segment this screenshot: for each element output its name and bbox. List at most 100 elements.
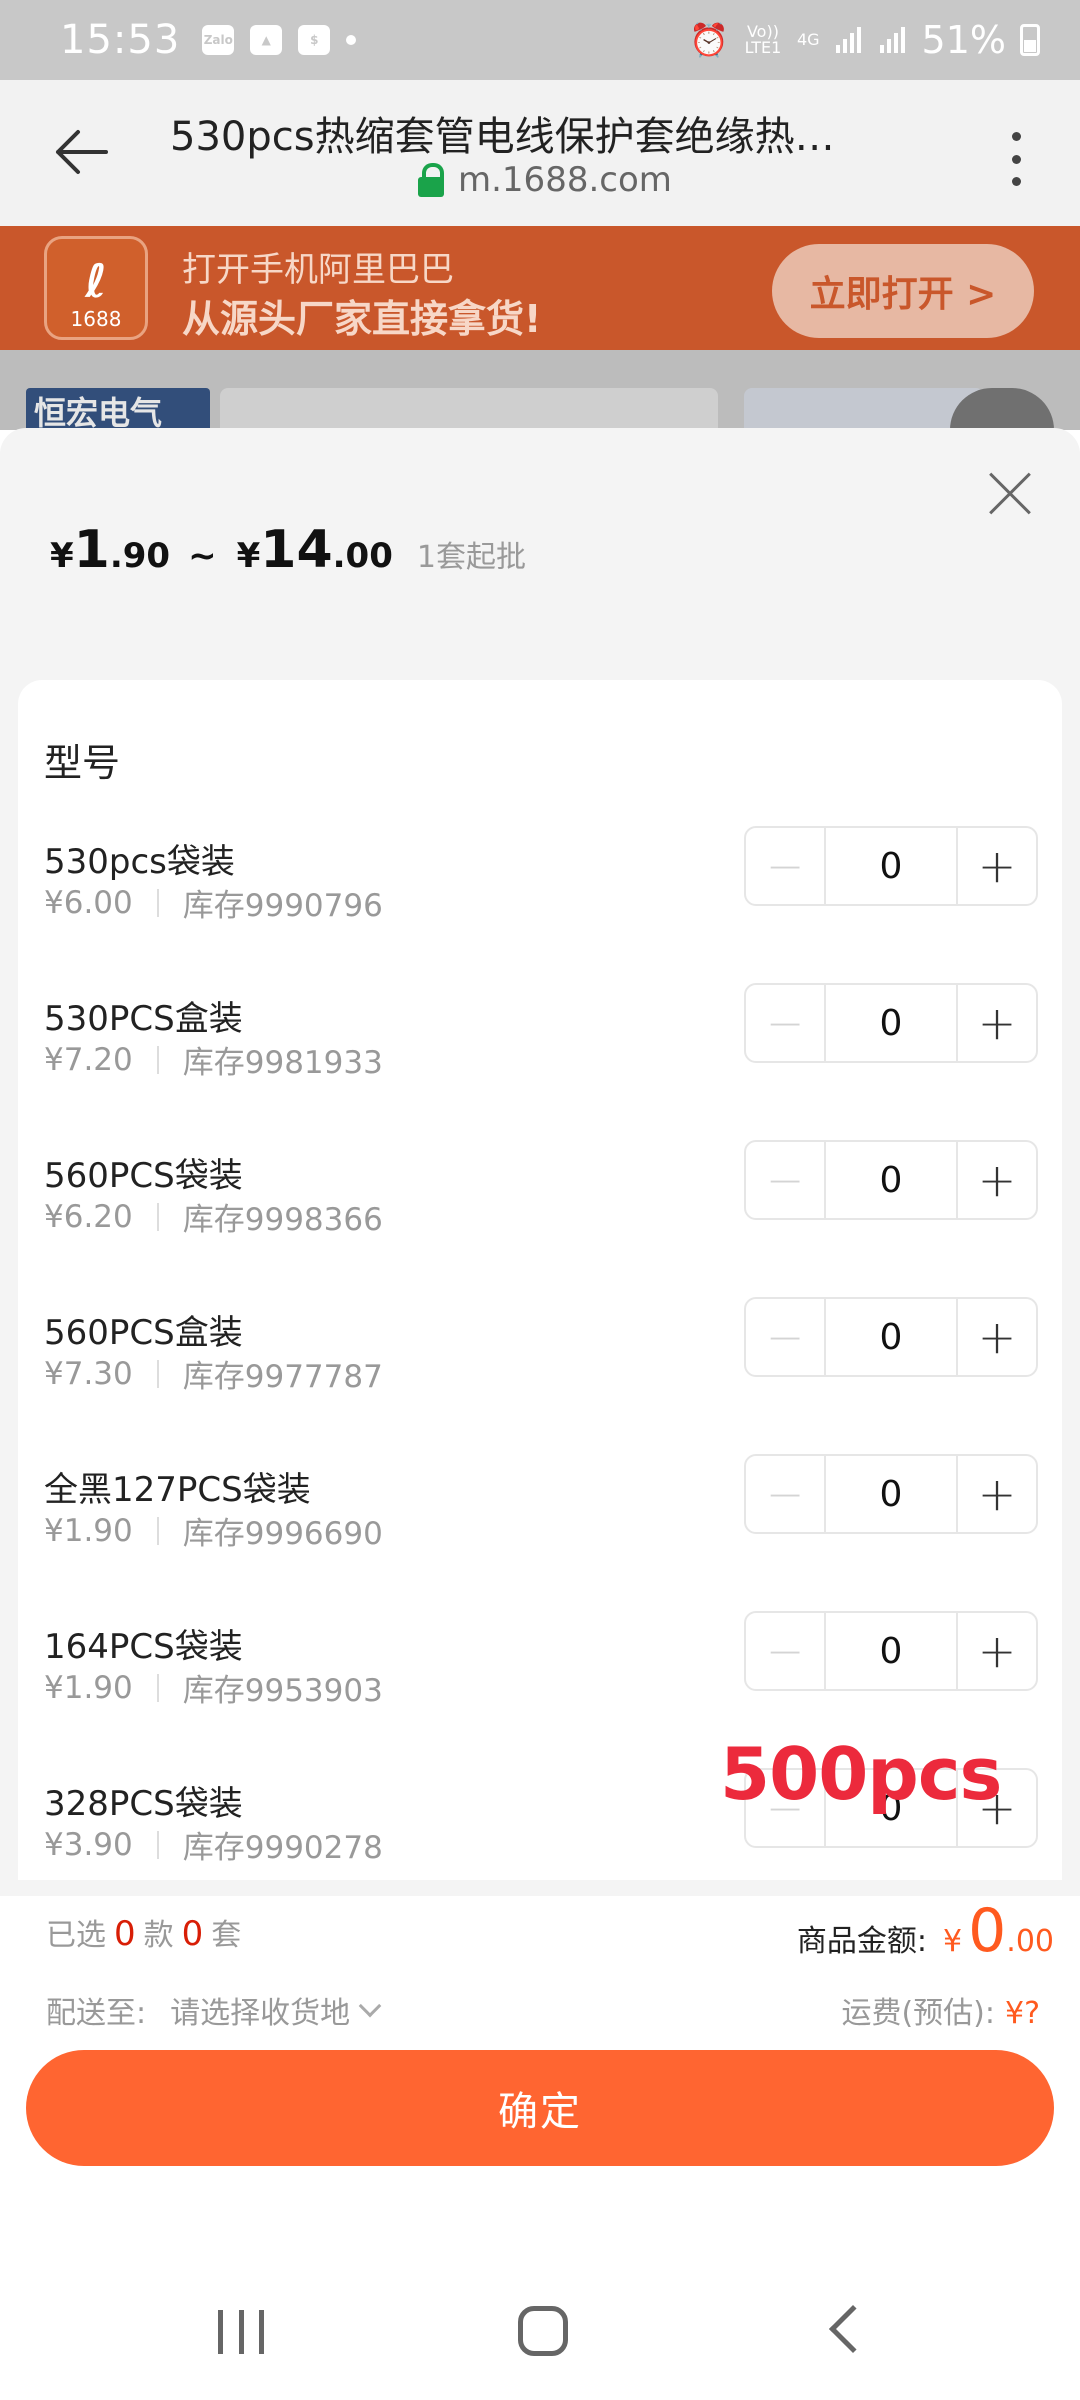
dot-icon bbox=[1011, 177, 1021, 186]
increment-button[interactable]: + bbox=[956, 985, 1036, 1061]
quantity-stepper: −0 + bbox=[744, 826, 1038, 906]
back-button[interactable] bbox=[50, 120, 114, 184]
quantity-stepper: −0 + bbox=[744, 1611, 1038, 1691]
ship-label: 配送至: bbox=[46, 1996, 147, 2031]
ship-to-selector[interactable]: 配送至: 请选择收货地 bbox=[46, 1988, 382, 2032]
freight-value: ¥? bbox=[1004, 1996, 1040, 2031]
browser-toolbar: 530pcs热缩套管电线保护套绝缘热… m.1688.com bbox=[0, 80, 1080, 226]
goods-amount: 商品金额: ¥ 0 .00 bbox=[797, 1896, 1054, 1966]
sku-row: 全黑127PCS袋装 ¥1.90 库存9996690 −0 + bbox=[18, 1454, 1062, 1619]
sku-name: 530pcs袋装 bbox=[44, 842, 235, 882]
increment-button[interactable]: + bbox=[956, 828, 1036, 904]
sku-name: 全黑127PCS袋装 bbox=[44, 1470, 311, 1510]
quantity-stepper: −0 + bbox=[744, 1297, 1038, 1377]
alarm-icon: ⏰ bbox=[689, 21, 729, 59]
decrement-button[interactable]: − bbox=[746, 1613, 826, 1689]
more-menu-button[interactable] bbox=[996, 124, 1036, 194]
selection-summary: 已选 0 款 0 套 bbox=[46, 1910, 241, 1954]
confirm-button[interactable]: 确定 bbox=[26, 2050, 1054, 2166]
decrement-button[interactable]: − bbox=[746, 1142, 826, 1218]
sku-price: ¥1.90 bbox=[44, 1669, 133, 1706]
decrement-button[interactable]: − bbox=[746, 828, 826, 904]
freight-label: 运费(预估): bbox=[841, 1996, 995, 2031]
price-separator: ~ bbox=[188, 536, 217, 576]
banner-headline: 打开手机阿里巴巴 bbox=[182, 250, 454, 290]
lock-icon bbox=[418, 163, 444, 197]
shield-dollar-icon: $ bbox=[298, 25, 331, 55]
quantity-stepper: −0 + bbox=[744, 983, 1038, 1063]
increment-button[interactable]: + bbox=[956, 1299, 1036, 1375]
increment-button[interactable]: + bbox=[956, 1613, 1036, 1689]
sku-row: 560PCS盒装 ¥7.30 库存9977787 −0 + bbox=[18, 1297, 1062, 1462]
sku-card: 型号 530pcs袋装 ¥6.00 库存9990796−0 +530PCS盒装 ¥7.2… bbox=[18, 680, 1062, 1880]
selected-kinds-count: 0 bbox=[114, 1914, 136, 1954]
quantity-stepper: −0 + bbox=[744, 1454, 1038, 1534]
recent-apps-button[interactable] bbox=[218, 2310, 264, 2354]
dot-icon bbox=[1011, 154, 1021, 164]
system-icons: ⏰ Vo)) LTE1 4G 51% bbox=[689, 18, 1040, 62]
app-logo: ℓ 1688 bbox=[44, 236, 148, 340]
dot-icon bbox=[1011, 132, 1021, 141]
back-nav-button[interactable] bbox=[828, 2304, 878, 2354]
quantity-input[interactable]: 0 bbox=[826, 1299, 956, 1375]
url-text: m.1688.com bbox=[458, 160, 672, 200]
background-search-bar bbox=[220, 388, 718, 430]
quantity-input[interactable]: 0 bbox=[826, 828, 956, 904]
zalo-icon: Zalo bbox=[202, 25, 235, 55]
sku-stock: 库存9998366 bbox=[182, 1202, 383, 1238]
close-icon[interactable] bbox=[988, 472, 1032, 516]
max-price-int: 14 bbox=[260, 520, 333, 580]
sku-name: 560PCS袋装 bbox=[44, 1156, 243, 1196]
page-title: 530pcs热缩套管电线保护套绝缘热… bbox=[170, 114, 835, 160]
sku-stock: 库存9953903 bbox=[182, 1673, 383, 1709]
sku-price: ¥1.90 bbox=[44, 1512, 133, 1549]
amount-currency: ¥ bbox=[943, 1924, 963, 1959]
banner-subline: 从源头厂家直接拿货! bbox=[182, 297, 542, 341]
sku-meta: ¥7.20 库存9981933 bbox=[44, 1037, 383, 1082]
dot-icon bbox=[346, 35, 357, 45]
sku-stock: 库存9977787 bbox=[182, 1359, 383, 1395]
sku-stock: 库存9996690 bbox=[182, 1516, 383, 1552]
increment-button[interactable]: + bbox=[956, 1456, 1036, 1532]
quantity-input[interactable]: 0 bbox=[826, 1142, 956, 1218]
open-app-button[interactable]: 立即打开 > bbox=[772, 244, 1034, 338]
notification-icons: Zalo ▲ $ bbox=[202, 25, 357, 55]
status-time: 15:53 bbox=[60, 17, 181, 63]
sku-price: ¥3.90 bbox=[44, 1826, 133, 1863]
ship-address-placeholder: 请选择收货地 bbox=[170, 1996, 351, 2031]
bar-icon bbox=[259, 2310, 264, 2354]
max-price-dec: .00 bbox=[332, 536, 393, 576]
gallery-icon: ▲ bbox=[250, 25, 283, 55]
divider bbox=[156, 1830, 159, 1859]
sku-price: ¥7.20 bbox=[44, 1041, 133, 1078]
quantity-input[interactable]: 0 bbox=[826, 985, 956, 1061]
battery-percent: 51% bbox=[921, 18, 1006, 62]
decrement-button[interactable]: − bbox=[746, 1299, 826, 1375]
sku-price: ¥6.00 bbox=[44, 884, 133, 921]
quantity-input[interactable]: 0 bbox=[826, 1456, 956, 1532]
sku-meta: ¥7.30 库存9977787 bbox=[44, 1351, 383, 1396]
min-price-dec: .90 bbox=[109, 536, 171, 576]
selected-sets-count: 0 bbox=[181, 1914, 204, 1954]
arrow-left-icon bbox=[56, 130, 108, 174]
sku-price: ¥6.20 bbox=[44, 1198, 133, 1235]
status-bar: 15:53 Zalo ▲ $ ⏰ Vo)) LTE1 4G 51% bbox=[0, 0, 1080, 80]
freight-estimate: 运费(预估): ¥? bbox=[841, 1988, 1040, 2032]
increment-button[interactable]: + bbox=[956, 1142, 1036, 1218]
sku-meta: ¥3.90 库存9990278 bbox=[44, 1822, 383, 1867]
battery-icon bbox=[1020, 24, 1040, 56]
url-display[interactable]: m.1688.com bbox=[418, 160, 672, 200]
decrement-button[interactable]: − bbox=[746, 1456, 826, 1532]
min-price-int: 1 bbox=[73, 520, 110, 580]
decrement-button[interactable]: − bbox=[746, 985, 826, 1061]
home-button[interactable] bbox=[518, 2306, 568, 2356]
divider bbox=[156, 888, 159, 917]
sku-row: 530PCS盒装 ¥7.20 库存9981933 −0 + bbox=[18, 983, 1062, 1148]
divider bbox=[156, 1673, 159, 1702]
quantity-input[interactable]: 0 bbox=[826, 1613, 956, 1689]
app-download-banner[interactable]: ℓ 1688 打开手机阿里巴巴 从源头厂家直接拿货! 立即打开 > bbox=[0, 226, 1080, 350]
divider bbox=[156, 1202, 159, 1231]
kinds-unit: 款 bbox=[143, 1918, 174, 1953]
sku-row: 560PCS袋装 ¥6.20 库存9998366 −0 + bbox=[18, 1140, 1062, 1305]
min-order-label: 1套起批 bbox=[416, 540, 526, 575]
